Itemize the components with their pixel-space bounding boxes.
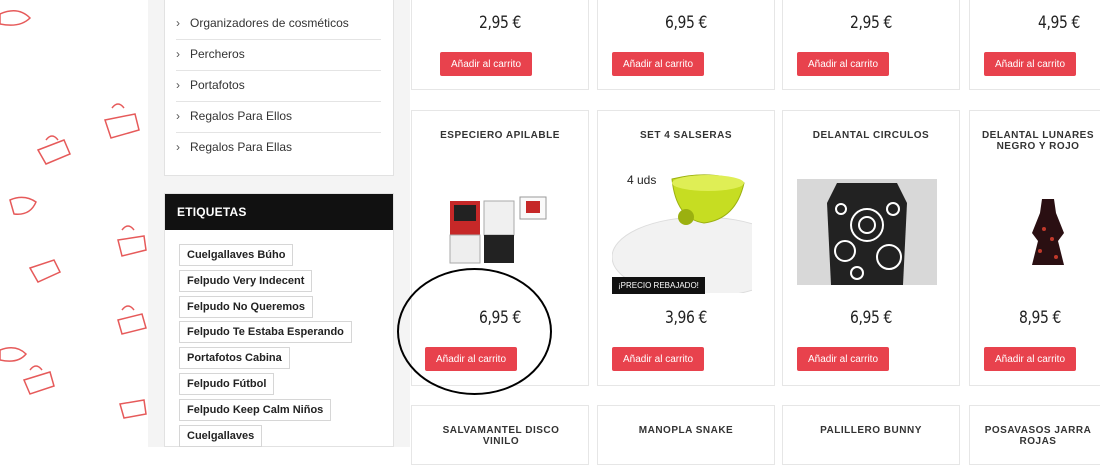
category-item-percheros[interactable]: › Percheros: [176, 39, 381, 71]
product-card[interactable]: SALVAMANTEL DISCO VINILO: [411, 405, 589, 465]
product-card[interactable]: 4,95 € Añadir al carrito: [969, 0, 1100, 90]
tag-link[interactable]: Felpudo Keep Calm Niños: [179, 399, 332, 421]
category-item-organizadores[interactable]: › Organizadores de cosméticos: [176, 8, 381, 40]
tags-widget: ETIQUETAS Cuelgallaves Búho Felpudo Very…: [164, 193, 394, 447]
add-to-cart-button[interactable]: Añadir al carrito: [797, 347, 889, 371]
product-image: [449, 196, 547, 264]
product-card-delantal-circulos[interactable]: DELANTAL CIRCULOS 6,95 € Añadir al carri…: [782, 110, 960, 386]
category-item-regalos-ellas[interactable]: › Regalos Para Ellas: [176, 132, 381, 163]
product-price: 2,95 €: [479, 13, 521, 33]
highlight-circle-annotation: [397, 268, 552, 395]
product-price: 3,96 €: [665, 308, 707, 328]
chevron-right-icon: ›: [176, 78, 180, 92]
product-card[interactable]: 2,95 € Añadir al carrito: [411, 0, 589, 90]
tag-link[interactable]: Felpudo Fútbol: [179, 373, 275, 395]
product-card-delantal-lunares[interactable]: DELANTAL LUNARES NEGRO Y ROJO 8,95 € Aña…: [969, 110, 1100, 386]
add-to-cart-button[interactable]: Añadir al carrito: [612, 52, 704, 76]
tag-link[interactable]: Felpudo Very Indecent: [179, 270, 313, 292]
add-to-cart-button[interactable]: Añadir al carrito: [440, 52, 532, 76]
product-price: 6,95 €: [665, 13, 707, 33]
chevron-right-icon: ›: [176, 47, 180, 61]
background-pattern: [0, 0, 150, 447]
product-card[interactable]: 2,95 € Añadir al carrito: [782, 0, 960, 90]
gift-pattern-icon: [0, 10, 147, 419]
product-title: DELANTAL CIRCULOS: [812, 130, 930, 141]
product-title: PALILLERO BUNNY: [820, 425, 922, 436]
category-label: Regalos Para Ellos: [190, 109, 293, 123]
product-card[interactable]: POSAVASOS JARRA ROJAS: [969, 405, 1100, 465]
category-item-regalos-ellos[interactable]: › Regalos Para Ellos: [176, 101, 381, 133]
product-title: ESPECIERO APILABLE: [440, 130, 560, 141]
category-label: Percheros: [190, 47, 245, 61]
product-card[interactable]: PALILLERO BUNNY: [782, 405, 960, 465]
sidebar: › Organizadores de cosméticos › Percheros …: [148, 0, 410, 447]
tag-link[interactable]: Portafotos Cabina: [179, 347, 290, 369]
product-card[interactable]: 6,95 € Añadir al carrito: [597, 0, 775, 90]
category-list: › Organizadores de cosméticos › Percheros …: [164, 0, 394, 176]
tag-link[interactable]: Cuelgallaves: [179, 425, 263, 447]
product-image: [797, 179, 937, 285]
product-title: POSAVASOS JARRA ROJAS: [984, 425, 1092, 447]
product-title: SET 4 SALSERAS: [639, 130, 733, 141]
add-to-cart-button[interactable]: Añadir al carrito: [612, 347, 704, 371]
add-to-cart-button[interactable]: Añadir al carrito: [984, 347, 1076, 371]
chevron-right-icon: ›: [176, 109, 180, 123]
chevron-right-icon: ›: [176, 140, 180, 154]
product-title: DELANTAL LUNARES NEGRO Y ROJO: [981, 130, 1095, 152]
category-label: Organizadores de cosméticos: [190, 16, 349, 30]
product-image: [1032, 199, 1064, 265]
product-card[interactable]: MANOPLA SNAKE: [597, 405, 775, 465]
product-price: 2,95 €: [850, 13, 892, 33]
product-price: 4,95 €: [1038, 13, 1080, 33]
category-label: Portafotos: [190, 78, 245, 92]
tags-title: ETIQUETAS: [165, 194, 393, 230]
product-price: 6,95 €: [850, 308, 892, 328]
product-price: 8,95 €: [1019, 308, 1061, 328]
product-title: SALVAMANTEL DISCO VINILO: [442, 425, 560, 447]
chevron-right-icon: ›: [176, 16, 180, 30]
product-title: MANOPLA SNAKE: [638, 425, 734, 436]
add-to-cart-button[interactable]: Añadir al carrito: [797, 52, 889, 76]
category-label: Regalos Para Ellas: [190, 140, 293, 154]
product-card-salseras[interactable]: SET 4 SALSERAS 4 uds ¡PRECIO REBAJADO! 3…: [597, 110, 775, 386]
sale-badge: ¡PRECIO REBAJADO!: [612, 277, 705, 294]
tag-link[interactable]: Cuelgallaves Búho: [179, 244, 294, 266]
category-item-portafotos[interactable]: › Portafotos: [176, 70, 381, 102]
product-image-caption: 4 uds: [627, 173, 657, 187]
add-to-cart-button[interactable]: Añadir al carrito: [984, 52, 1076, 76]
tag-link[interactable]: Felpudo Te Estaba Esperando: [179, 321, 352, 343]
tag-link[interactable]: Felpudo No Queremos: [179, 296, 313, 318]
